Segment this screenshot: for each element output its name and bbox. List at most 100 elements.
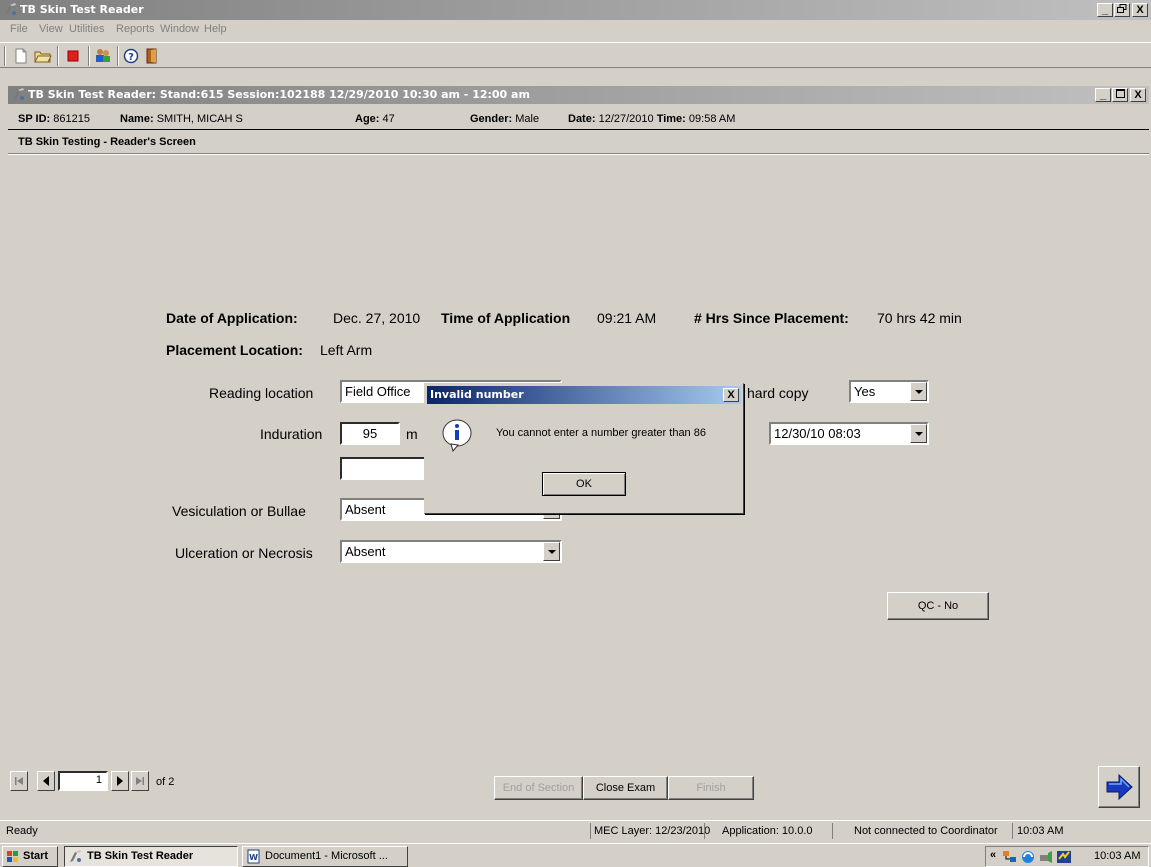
time-of-application-label: Time of Application — [441, 310, 571, 326]
status-coordinator: Not connected to Coordinator — [854, 825, 998, 837]
network-icon[interactable] — [1002, 849, 1018, 865]
app-title-bar: TB Skin Test Reader _ X — [0, 0, 1151, 20]
reading-datetime-value: 12/30/10 08:03 — [774, 426, 861, 441]
svg-text:?: ? — [128, 52, 134, 63]
gender-label: Gender: — [470, 113, 513, 125]
exit-button[interactable] — [142, 46, 162, 66]
tb-reader-icon — [70, 850, 81, 862]
additional-input[interactable] — [340, 457, 430, 480]
svg-text:W: W — [249, 853, 258, 862]
screen-title: TB Skin Testing - Reader's Screen — [18, 136, 196, 148]
task-document1[interactable]: W Document1 - Microsoft ... — [242, 846, 408, 867]
open-button[interactable] — [33, 46, 53, 66]
reading-location-value: Field Office — [345, 384, 411, 399]
tray-expand-button[interactable]: « — [990, 849, 996, 861]
users-button[interactable] — [93, 46, 113, 66]
arrow-right-icon — [1106, 773, 1133, 801]
induration-unit: m — [406, 426, 418, 442]
app-icon — [5, 3, 16, 15]
help-icon: ? — [123, 48, 139, 64]
patient-info-bar: SP ID: 861215 Name: SMITH, MICAH S Age: … — [8, 106, 1149, 130]
first-page-icon — [15, 777, 23, 785]
menu-help[interactable]: Help — [204, 23, 227, 35]
sync-icon[interactable] — [1020, 849, 1036, 865]
security-icon[interactable] — [1056, 849, 1072, 865]
first-page-button[interactable] — [10, 771, 28, 791]
info-icon — [442, 419, 472, 452]
reading-location-label: Reading location — [209, 385, 314, 401]
child-minimize-button[interactable]: _ — [1095, 88, 1111, 102]
restore-button[interactable] — [1114, 3, 1130, 17]
vesiculation-value: Absent — [345, 502, 386, 517]
last-page-button[interactable] — [131, 771, 149, 791]
menu-view[interactable]: View — [39, 23, 63, 35]
close-button[interactable]: X — [1132, 3, 1148, 17]
dialog-title: Invalid number — [430, 388, 524, 401]
induration-label: Induration — [260, 426, 323, 442]
task-tb-skin-test-reader[interactable]: TB Skin Test Reader — [64, 846, 238, 867]
child-app-icon — [13, 88, 24, 100]
date-label: Date: — [568, 113, 596, 125]
age-value: 47 — [382, 113, 395, 125]
invalid-number-dialog: Invalid number X You cannot enter a numb… — [424, 383, 744, 514]
child-window-title-bar: TB Skin Test Reader: Stand:615 Session:1… — [8, 86, 1149, 104]
date-value: 12/27/2010 — [598, 113, 654, 125]
previous-icon — [43, 776, 49, 786]
chevron-down-icon[interactable] — [910, 382, 927, 401]
menu-reports[interactable]: Reports — [116, 23, 155, 35]
connection-icon[interactable] — [1038, 849, 1054, 865]
chevron-down-icon[interactable] — [910, 424, 927, 443]
menu-utilities[interactable]: Utilities — [69, 23, 104, 35]
date-of-application-label: Date of Application: — [166, 310, 298, 326]
time-of-application-value: 09:21 AM — [597, 310, 657, 326]
new-icon — [15, 48, 27, 64]
dialog-message: You cannot enter a number greater than 8… — [496, 427, 706, 439]
child-window-title: TB Skin Test Reader: Stand:615 Session:1… — [28, 88, 530, 101]
hrs-since-placement-value: 70 hrs 42 min — [877, 310, 962, 326]
chevron-down-icon[interactable] — [543, 542, 560, 561]
next-page-button[interactable] — [111, 771, 129, 791]
status-time: 10:03 AM — [1017, 825, 1064, 837]
hrs-since-placement-label: # Hrs Since Placement: — [694, 310, 849, 326]
qc-button[interactable]: QC - No — [887, 592, 989, 620]
end-of-section-button[interactable]: End of Section — [494, 776, 583, 800]
users-icon — [96, 49, 110, 62]
status-bar: Ready MEC Layer: 12/23/2010 Application:… — [0, 820, 1151, 840]
ok-button[interactable]: OK — [542, 472, 626, 496]
ulceration-value: Absent — [345, 544, 386, 559]
name-label: Name: — [120, 113, 154, 125]
open-icon — [34, 51, 52, 63]
ulceration-label: Ulceration or Necrosis — [175, 545, 313, 561]
child-close-button[interactable]: X — [1130, 88, 1146, 102]
ulceration-select[interactable]: Absent — [340, 540, 562, 563]
placement-location-value: Left Arm — [320, 342, 373, 358]
reading-datetime-select[interactable]: 12/30/10 08:03 — [769, 422, 929, 445]
next-icon — [117, 776, 123, 786]
induration-input[interactable]: 95 — [340, 422, 400, 445]
menu-window[interactable]: Window — [160, 23, 199, 35]
hard-copy-select[interactable]: Yes — [849, 380, 929, 403]
status-application: Application: 10.0.0 — [722, 825, 813, 837]
time-label: Time: — [656, 113, 686, 125]
word-document-icon: W — [247, 849, 260, 864]
menu-file[interactable]: File — [10, 23, 28, 35]
stop-button[interactable] — [63, 46, 83, 66]
minimize-button[interactable]: _ — [1097, 3, 1113, 17]
windows-logo-icon — [7, 851, 18, 862]
last-page-icon — [136, 777, 144, 785]
finish-button[interactable]: Finish — [668, 776, 754, 800]
maximize-icon — [1115, 89, 1125, 98]
previous-page-button[interactable] — [37, 771, 55, 791]
new-button[interactable] — [11, 46, 31, 66]
status-mec-layer: MEC Layer: 12/23/2010 — [594, 825, 711, 837]
start-button[interactable]: Start — [2, 846, 58, 867]
close-exam-button[interactable]: Close Exam — [583, 776, 668, 800]
stop-icon — [67, 50, 79, 62]
next-section-button[interactable] — [1098, 766, 1140, 808]
placement-location-label: Placement Location: — [166, 342, 303, 358]
help-button[interactable]: ? — [121, 46, 141, 66]
dialog-close-button[interactable]: X — [723, 388, 739, 402]
restore-icon — [1117, 4, 1127, 13]
page-number-input[interactable]: 1 — [58, 771, 108, 791]
child-maximize-button[interactable] — [1112, 88, 1128, 102]
